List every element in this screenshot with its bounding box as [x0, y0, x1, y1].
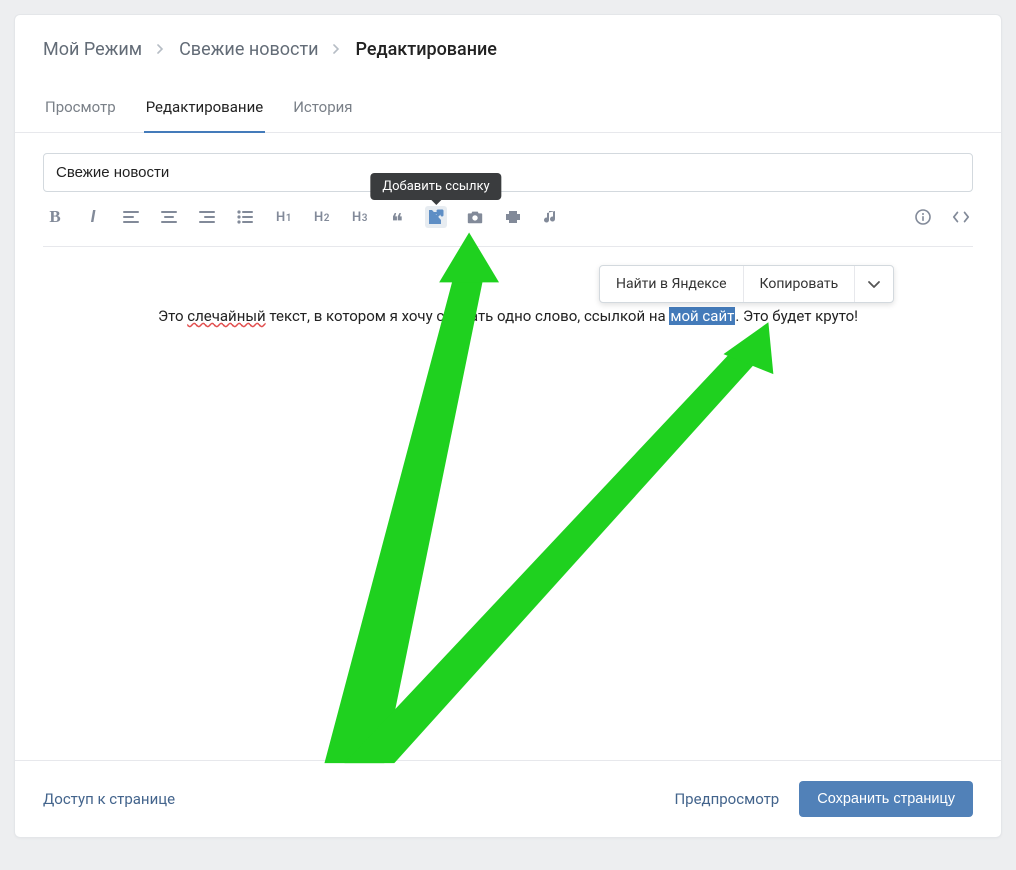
access-page-link[interactable]: Доступ к странице — [43, 790, 175, 808]
footer: Доступ к странице Предпросмотр Сохранить… — [15, 760, 1001, 837]
info-icon[interactable] — [913, 207, 933, 227]
tab-edit[interactable]: Редактирование — [144, 82, 266, 132]
h3-icon[interactable]: H3 — [349, 207, 369, 227]
misspelled-word: слечайный — [187, 307, 265, 325]
context-search-yandex[interactable]: Найти в Яндексе — [600, 266, 744, 302]
selected-text: мой сайт — [669, 307, 735, 325]
code-icon[interactable] — [951, 207, 971, 227]
link-icon[interactable]: Добавить ссылку — [425, 206, 447, 228]
tooltip-add-link: Добавить ссылку — [370, 173, 501, 200]
h1-icon[interactable]: H1 — [273, 207, 293, 227]
quote-icon[interactable]: ❝ — [387, 211, 407, 231]
breadcrumb-item-2[interactable]: Свежие новости — [179, 39, 318, 60]
preview-link[interactable]: Предпросмотр — [674, 790, 779, 808]
content-text: Это слечайный текст, в котором я хочу сд… — [158, 307, 858, 325]
tabs: Просмотр Редактирование История — [15, 82, 1001, 133]
video-icon[interactable] — [503, 207, 523, 227]
bold-icon[interactable]: B — [45, 207, 65, 227]
breadcrumb-current: Редактирование — [355, 39, 496, 60]
align-right-icon[interactable] — [197, 207, 217, 227]
h2-icon[interactable]: H2 — [311, 207, 331, 227]
context-menu: Найти в Яндексе Копировать — [599, 265, 894, 303]
save-page-button[interactable]: Сохранить страницу — [799, 781, 973, 817]
align-center-icon[interactable] — [159, 207, 179, 227]
tab-view[interactable]: Просмотр — [43, 82, 118, 132]
context-copy[interactable]: Копировать — [744, 266, 856, 302]
chevron-right-icon — [157, 42, 165, 58]
align-left-icon[interactable] — [121, 207, 141, 227]
editor-content[interactable]: Найти в Яндексе Копировать Это слечайный… — [15, 247, 1001, 760]
breadcrumb: Мой Режим Свежие новости Редактирование — [15, 15, 1001, 82]
editor-toolbar: B I H1 H2 H3 ❝ Добавить ссылку — [43, 192, 973, 247]
context-more[interactable] — [855, 266, 893, 302]
chevron-right-icon — [333, 42, 341, 58]
breadcrumb-item-1[interactable]: Мой Режим — [43, 39, 142, 60]
music-icon[interactable] — [541, 207, 561, 227]
bullet-list-icon[interactable] — [235, 207, 255, 227]
italic-icon[interactable]: I — [83, 207, 103, 227]
camera-icon[interactable] — [465, 207, 485, 227]
page-title-input[interactable] — [43, 153, 973, 192]
tab-history[interactable]: История — [291, 82, 354, 132]
